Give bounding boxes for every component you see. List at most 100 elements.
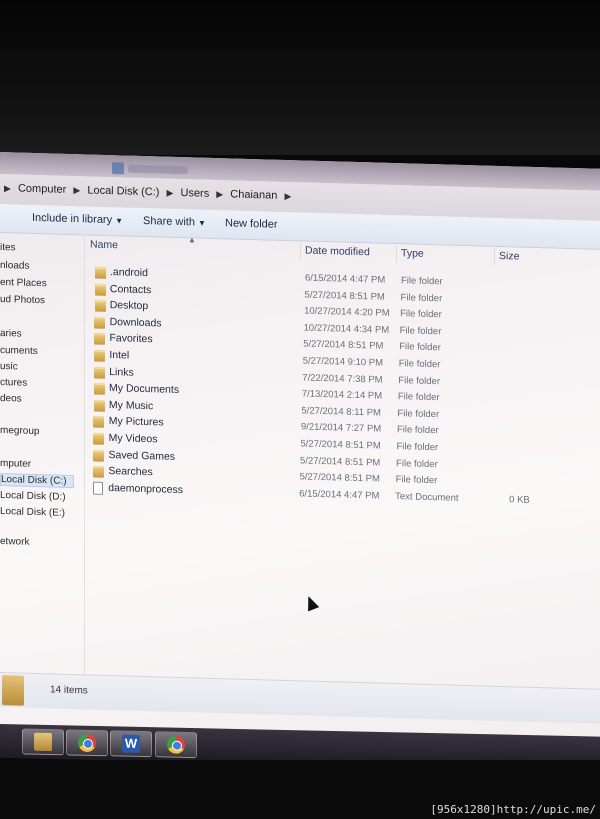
taskbar-word-button[interactable]: W [110,730,152,758]
sort-ascending-icon: ▲ [188,235,196,245]
taskbar-chrome-button[interactable] [155,731,197,759]
status-bar: 14 items [0,672,600,724]
documents-folder-icon [93,382,105,396]
watermark-text: [956x1280]http://upic.me/ [430,803,596,816]
breadcrumb-computer[interactable]: Computer [18,183,66,196]
monitor-bezel-top [0,0,600,155]
nav-item-local-disk-e[interactable]: Local Disk (E:) [0,506,65,519]
new-folder-label: New folder [225,217,278,231]
column-separator[interactable] [494,247,495,266]
file-name: Searches [108,465,153,479]
file-date-modified: 7/22/2014 7:38 PM [302,372,383,386]
chevron-right-icon[interactable]: ▶ [284,191,291,201]
nav-item-favorites[interactable]: ites [0,242,16,253]
file-date-modified: 5/27/2014 8:51 PM [300,454,381,469]
column-header-date-modified[interactable]: Date modified [305,245,370,259]
folder-icon [2,675,24,706]
word-icon: W [122,734,140,753]
breadcrumb-users[interactable]: Users [181,187,210,200]
taskbar-chrome-button[interactable] [66,729,108,757]
file-type: File folder [400,291,443,304]
breadcrumb-local-disk[interactable]: Local Disk (C:) [87,184,159,198]
file-name: .android [110,266,148,280]
favorites-folder-icon [94,333,106,346]
taskbar-explorer-button[interactable] [22,728,64,756]
column-separator[interactable] [396,245,397,264]
pictures-folder-icon [93,415,105,429]
include-in-library-label: Include in library [32,211,113,227]
breadcrumb: ▶ Computer ▶ Local Disk (C:) ▶ Users ▶ C… [4,182,295,202]
chevron-right-icon[interactable]: ▶ [216,189,223,199]
file-date-modified: 10/27/2014 4:20 PM [304,305,390,320]
item-count: 14 items [50,684,88,697]
file-date-modified: 5/27/2014 8:51 PM [300,438,381,452]
searches-folder-icon [92,465,104,479]
column-header-size[interactable]: Size [499,250,519,263]
file-name: My Pictures [108,415,164,429]
file-type: File folder [399,324,442,338]
file-name: My Videos [108,432,158,446]
file-type: File folder [397,407,440,421]
file-date-modified: 6/15/2014 4:47 PM [299,488,380,502]
file-date-modified: 9/21/2014 7:27 PM [300,421,382,436]
file-date-modified: 5/27/2014 8:51 PM [304,289,385,303]
desktop-folder-icon [94,299,106,313]
file-type: File folder [396,424,439,437]
music-folder-icon [93,399,105,412]
file-name: Favorites [109,332,153,346]
breadcrumb-chaianan[interactable]: Chaianan [230,188,277,201]
downloads-folder-icon [94,316,106,329]
file-name: Intel [109,349,130,362]
browser-tab-favicon-icon[interactable] [112,162,124,175]
file-date-modified: 10/27/2014 4:34 PM [303,322,390,336]
mouse-cursor-icon [302,594,320,612]
file-date-modified: 5/27/2014 8:11 PM [301,405,381,419]
file-type: File folder [401,275,443,288]
file-type: Text Document [395,490,459,504]
file-type: File folder [399,341,441,354]
file-name: daemonprocess [108,481,183,496]
browser-tab-title[interactable] [128,164,188,175]
chrome-icon [167,735,185,754]
file-date-modified: 6/15/2014 4:47 PM [305,272,386,286]
file-type: File folder [397,391,440,404]
file-type: File folder [398,358,441,371]
file-size: 0 KB [509,494,530,506]
explorer-folder-icon [34,732,52,752]
file-type: File folder [396,441,439,454]
file-type: File folder [400,308,442,321]
file-date-modified: 5/27/2014 8:51 PM [303,338,384,353]
file-date-modified: 5/27/2014 9:10 PM [302,355,384,369]
file-name: My Music [108,398,154,413]
text-document-icon [92,481,103,495]
file-name: Links [109,365,134,379]
file-type: File folder [395,474,438,487]
column-header-type[interactable]: Type [401,247,424,260]
chevron-down-icon: ▼ [115,216,124,226]
folder-icon [94,349,106,362]
explorer-window: ▶ Computer ▶ Local Disk (C:) ▶ Users ▶ C… [0,152,600,774]
share-with-button[interactable]: Share with ▼ [143,215,206,229]
saved-games-folder-icon [93,449,105,462]
chevron-right-icon[interactable]: ▶ [4,183,11,193]
file-name: My Documents [109,382,180,397]
file-date-modified: 7/13/2014 2:14 PM [301,388,383,402]
file-name: Downloads [109,315,162,330]
chevron-down-icon: ▼ [197,218,206,228]
new-folder-button[interactable]: New folder [225,217,278,230]
videos-folder-icon [93,432,105,445]
nav-item-network[interactable]: etwork [0,536,29,548]
file-name: Saved Games [108,448,176,463]
file-name: Desktop [109,299,149,313]
file-date-modified: 5/27/2014 8:51 PM [299,471,380,485]
chevron-right-icon[interactable]: ▶ [167,188,174,198]
include-in-library-button[interactable]: Include in library ▼ [32,212,123,227]
chrome-icon [78,733,96,753]
links-folder-icon [93,366,105,379]
file-name: Contacts [109,282,152,296]
chevron-right-icon[interactable]: ▶ [73,185,80,195]
column-separator[interactable] [300,242,301,261]
file-type: File folder [398,374,441,387]
column-header-name[interactable]: Name [90,239,118,252]
file-type: File folder [396,457,438,470]
